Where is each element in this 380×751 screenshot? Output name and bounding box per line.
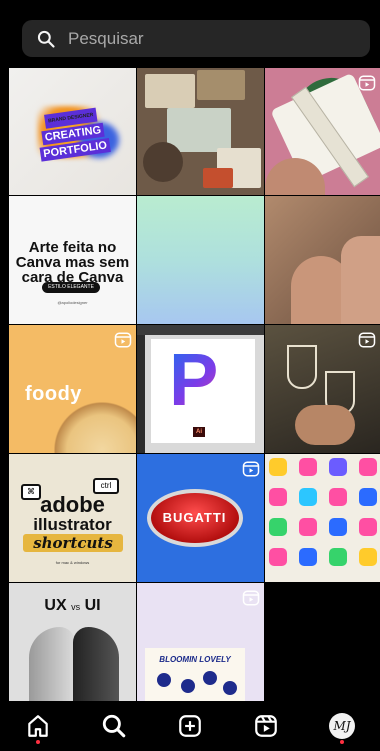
color-swatch: [203, 168, 233, 188]
flower-shape: [181, 679, 195, 693]
notification-dot: [36, 740, 40, 744]
post-tile[interactable]: BRAND DESIGNER CREATING PORTFOLIO: [9, 68, 136, 195]
heart-shape: [329, 488, 347, 506]
create-icon: [179, 715, 201, 737]
brand-name: BUGATTI: [162, 510, 227, 525]
post-tile[interactable]: [265, 454, 380, 582]
heart-shape: [269, 548, 287, 566]
app-sidebar: [137, 335, 145, 453]
face-silhouette: [29, 627, 75, 704]
reel-icon: [114, 331, 132, 349]
post-title: shortcuts: [23, 534, 123, 552]
post-tile[interactable]: [137, 196, 264, 324]
heart-shape: [299, 488, 317, 506]
post-title: BLOOMIN LOVELY: [159, 655, 231, 664]
search-icon: [37, 30, 55, 48]
heart-shape: [329, 458, 347, 476]
post-pill: ESTILO ELEGANTE: [42, 282, 100, 293]
logo-letter: P: [169, 338, 219, 421]
photo-print: [197, 70, 245, 100]
post-tile[interactable]: [265, 68, 380, 195]
nav-profile[interactable]: MJ: [322, 706, 362, 746]
heart-shape: [359, 458, 377, 476]
heart-shape: [299, 458, 317, 476]
heart-shape: [359, 548, 377, 566]
post-title: UX vs UI: [9, 597, 136, 615]
post-tile[interactable]: foody: [9, 325, 136, 453]
heart-shape: [329, 518, 347, 536]
heart-shape: [359, 488, 377, 506]
heart-shape: [269, 458, 287, 476]
bottom-nav: MJ: [0, 701, 380, 751]
reel-icon: [242, 589, 260, 607]
heart-shape: [269, 518, 287, 536]
nav-create[interactable]: [170, 706, 210, 746]
post-headline: Arte feita no Canva mas sem cara de Canv…: [15, 239, 130, 286]
flower-shape: [203, 671, 217, 685]
app-toolbar: [137, 325, 264, 335]
illustrator-icon: Ai: [193, 427, 205, 437]
reel-icon: [358, 74, 376, 92]
post-caption: for mac & windows: [55, 560, 90, 565]
coffee-cup: [143, 142, 183, 182]
heart-shape: [299, 548, 317, 566]
explore-grid: BRAND DESIGNER CREATING PORTFOLIO Arte f…: [9, 68, 380, 704]
hand: [341, 236, 380, 324]
post-title: illustrator: [33, 515, 112, 534]
post-tile[interactable]: [265, 325, 380, 453]
reel-icon: [358, 331, 376, 349]
post-tile[interactable]: BUGATTI: [137, 454, 264, 582]
post-title: adobe: [40, 492, 105, 517]
post-tile[interactable]: Arte feita no Canva mas sem cara de Canv…: [9, 196, 136, 324]
heart-shape: [329, 548, 347, 566]
nav-reels[interactable]: [246, 706, 286, 746]
search-input[interactable]: Pesquisar: [68, 29, 144, 49]
hands: [295, 405, 355, 445]
heart-shape: [299, 518, 317, 536]
top-bar: Pesquisar: [0, 0, 380, 68]
wine-glass: [287, 345, 317, 389]
reels-icon: [255, 715, 277, 737]
reel-icon: [242, 460, 260, 478]
photo-print: [145, 74, 195, 108]
post-tile[interactable]: ⌘ ctrl adobe illustrator shortcuts for m…: [9, 454, 136, 582]
search-bar[interactable]: Pesquisar: [22, 20, 370, 57]
face-silhouette: [73, 627, 119, 704]
post-tile[interactable]: BLOOMIN LOVELY: [137, 583, 264, 704]
flower-shape: [223, 681, 237, 695]
title-ui: UI: [84, 597, 101, 614]
title-vs: vs: [71, 602, 81, 612]
home-icon: [28, 715, 48, 737]
foody-logo: foody: [25, 383, 82, 405]
photo-print: [167, 108, 231, 152]
post-tile[interactable]: [137, 68, 264, 195]
heart-shape: [359, 518, 377, 536]
search-icon: [102, 714, 126, 738]
title-ux: UX: [44, 597, 67, 614]
post-tile[interactable]: [265, 196, 380, 324]
heart-shape: [269, 488, 287, 506]
post-tile[interactable]: UX vs UI: [9, 583, 136, 704]
flower-shape: [157, 673, 171, 687]
post-handle: @apoliodesigner: [57, 300, 88, 305]
post-tile[interactable]: P Ai: [137, 325, 264, 453]
nav-search[interactable]: [94, 706, 134, 746]
notification-dot: [340, 740, 344, 744]
nav-home[interactable]: [18, 706, 58, 746]
profile-avatar: MJ: [329, 713, 355, 739]
